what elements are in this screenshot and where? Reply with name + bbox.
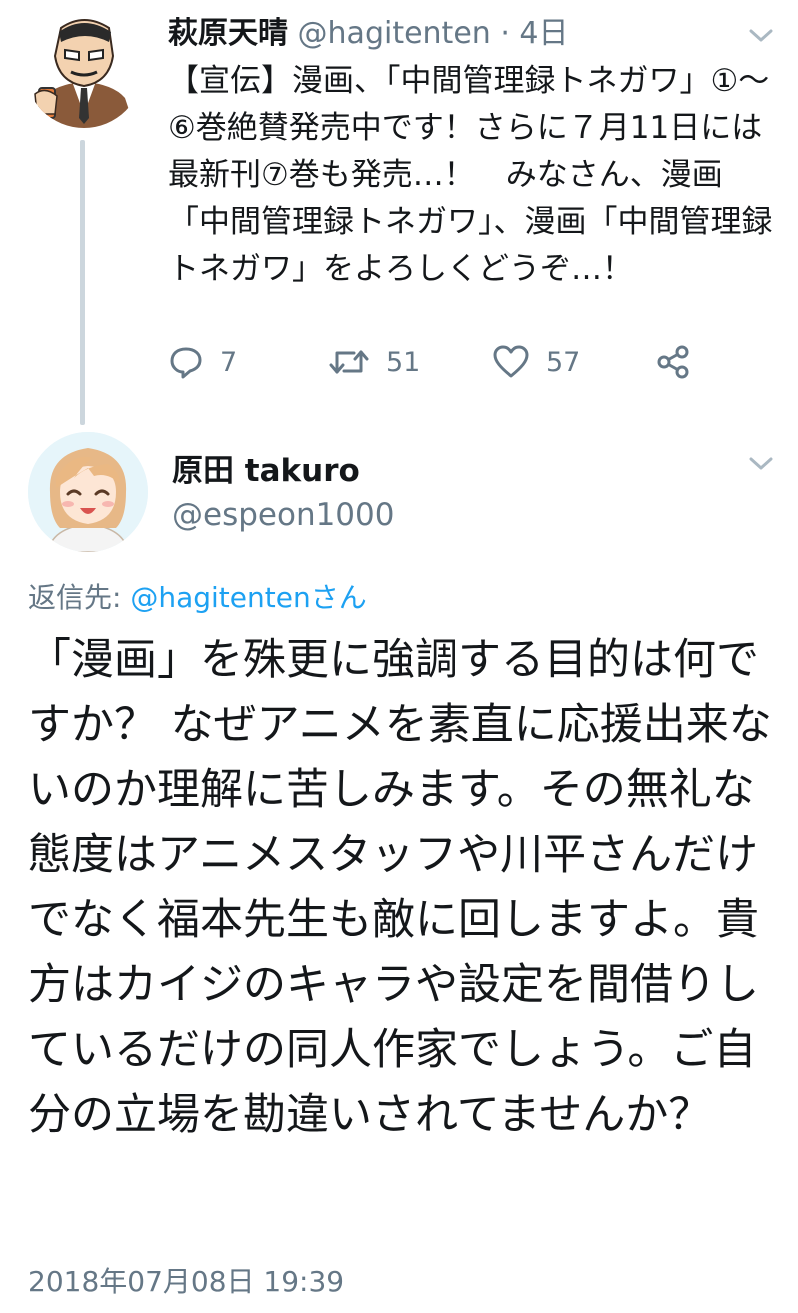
avatar-anime-character-image bbox=[28, 432, 148, 552]
avatar-manga-character-image bbox=[25, 10, 143, 128]
like-button[interactable]: 57 bbox=[492, 340, 580, 384]
like-count: 57 bbox=[546, 346, 581, 378]
chevron-down-icon[interactable] bbox=[746, 454, 776, 474]
reply-count: 7 bbox=[220, 346, 238, 378]
replying-to-label: 返信先: bbox=[28, 581, 131, 614]
replying-to-line: 返信先: @hagitentenさん bbox=[28, 578, 367, 618]
avatar[interactable] bbox=[25, 10, 143, 128]
author-display-name[interactable]: 原田 takuro bbox=[172, 450, 360, 492]
retweet-count: 51 bbox=[386, 346, 421, 378]
reply-button[interactable]: 7 bbox=[168, 340, 237, 384]
heart-icon bbox=[493, 345, 529, 378]
thread-connector-line bbox=[80, 140, 85, 425]
reply-icon bbox=[170, 347, 202, 379]
retweet-button[interactable]: 51 bbox=[328, 340, 420, 384]
reply-mention-link[interactable]: @hagitentenさん bbox=[130, 581, 366, 614]
tweet-actions: 7 51 57 bbox=[168, 340, 728, 384]
chevron-down-icon[interactable] bbox=[746, 26, 776, 46]
tweet-header: 萩原天晴 @hagitenten · 4日 bbox=[168, 14, 569, 54]
tweet-text: 【宣伝】漫画、「中間管理録トネガワ」①〜⑥巻絶賛発売中です！さらに７月11日には… bbox=[168, 63, 773, 287]
avatar[interactable] bbox=[28, 432, 148, 552]
mention-handle: @hagitenten bbox=[130, 581, 311, 614]
author-handle[interactable]: @espeon1000 bbox=[172, 494, 394, 536]
author-handle[interactable]: @hagitenten bbox=[298, 16, 491, 51]
tweet-timestamp[interactable]: 2018年07月08日 19:39 bbox=[28, 1262, 344, 1302]
share-icon bbox=[657, 345, 689, 379]
share-button[interactable] bbox=[656, 340, 692, 384]
tweet-time-ago[interactable]: 4日 bbox=[519, 16, 568, 51]
author-display-name[interactable]: 萩原天晴 bbox=[168, 16, 288, 51]
tweet-text: 「漫画」を殊更に強調する目的は何ですか？ なぜアニメを素直に応援出来ないのか理解… bbox=[28, 635, 772, 1140]
retweet-icon bbox=[329, 350, 369, 374]
meta-separator: · bbox=[490, 16, 520, 51]
mention-suffix: さん bbox=[310, 581, 367, 614]
